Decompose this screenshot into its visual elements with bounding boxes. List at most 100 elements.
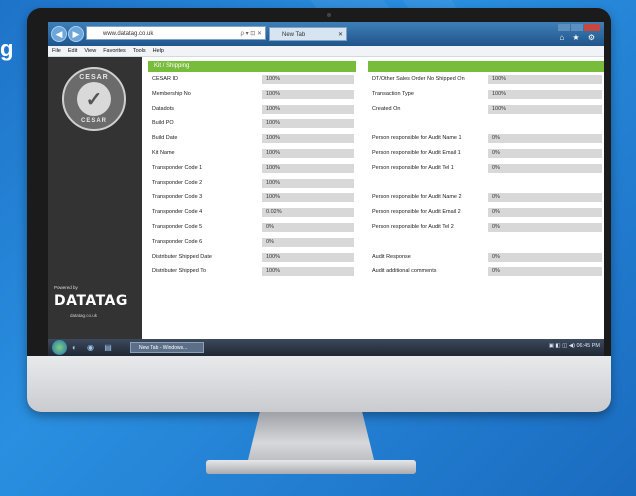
taskbar-item-browser[interactable]: New Tab - Windows... [130, 342, 204, 353]
row-label: Person responsible for Audit Tel 2 [372, 224, 454, 230]
camera [327, 13, 331, 17]
table-row: CESAR ID 100% [152, 75, 354, 84]
table-row: Transaction Type 100% [372, 89, 602, 99]
screen: ◀ ▶ www.datatag.co.uk ρ ▾ ⊡ ✕ New Tab ✕ … [48, 22, 604, 356]
menu-view[interactable]: View [84, 46, 96, 56]
row-value: 100% [262, 178, 354, 188]
row-label: Build Date [152, 135, 178, 142]
row-value: 100% [262, 89, 354, 99]
monitor-base [206, 460, 416, 474]
table-row [372, 179, 602, 188]
row-value: 100% [262, 193, 354, 203]
row-label: Distributer Shipped To [152, 268, 207, 275]
row-value: 100% [262, 149, 354, 158]
background-text: g [0, 36, 14, 61]
back-button[interactable]: ◀ [51, 26, 67, 42]
row-label: Person responsible for Audit Tel 1 [372, 164, 454, 171]
close-button[interactable] [584, 24, 600, 31]
tab-new[interactable]: New Tab ✕ [269, 27, 347, 41]
row-label: Distributer Shipped Date [152, 253, 212, 260]
row-label: Created On [372, 105, 401, 112]
row-label: Kit Name [152, 150, 175, 156]
row-value: 0% [488, 149, 602, 158]
address-icons[interactable]: ρ ▾ ⊡ ✕ [241, 27, 262, 41]
start-button[interactable] [52, 340, 67, 355]
row-value: 100% [262, 134, 354, 144]
table-row: Kit Name 100% [152, 149, 354, 158]
table-row: Person responsible for Audit Name 2 0% [372, 193, 602, 203]
row-value: 0% [488, 163, 602, 173]
seal-bottom-text: CESAR [80, 118, 107, 124]
datatag-logo: DATATAG [54, 293, 128, 309]
system-tray[interactable]: ▣ ◧ ◫ ◀) 06:45 PM [549, 343, 600, 349]
checkmark-icon: ✓ [77, 82, 111, 116]
row-value: 100% [488, 89, 602, 99]
kit-shipping-header: Kit / Shipping [148, 61, 356, 72]
row-value: 0% [488, 208, 602, 218]
row-label: Transponder Code 5 [152, 224, 203, 230]
menu-help[interactable]: Help [153, 46, 164, 56]
row-label: Audit additional comments [372, 268, 437, 275]
row-value: 0% [488, 267, 602, 277]
toolbar-icons[interactable]: ⌂ ★ ⚙ [559, 33, 598, 42]
window-controls [558, 24, 600, 31]
table-row: Distributer Shipped Date 100% [152, 252, 354, 262]
menu-file[interactable]: File [52, 46, 61, 56]
row-value: 100% [262, 252, 354, 262]
row-value: 0% [262, 237, 354, 247]
row-value: 0% [488, 223, 602, 232]
table-row: Created On 100% [372, 104, 602, 114]
row-label: Datadots [152, 105, 175, 112]
minimize-button[interactable] [558, 24, 570, 31]
row-value: 0% [488, 252, 602, 262]
table-row: Transponder Code 4 0.02% [152, 208, 354, 218]
table-row: Membership No 100% [152, 89, 354, 99]
row-label: DT/Other Sales Order No Shipped On [372, 76, 465, 82]
menu-bar: File Edit View Favorites Tools Help [48, 46, 604, 57]
cesar-seal: CESAR ✓ CESAR [62, 67, 126, 131]
monitor-chin [27, 356, 611, 412]
table-row: Person responsible for Audit Name 1 0% [372, 134, 602, 144]
table-row: Build Date 100% [152, 134, 354, 144]
address-bar[interactable]: www.datatag.co.uk ρ ▾ ⊡ ✕ [86, 26, 266, 40]
maximize-button[interactable] [571, 24, 583, 31]
row-label: Build PO [152, 120, 174, 127]
table-row: Transponder Code 1 100% [152, 163, 354, 173]
row-label: Transponder Code 1 [152, 164, 203, 171]
forward-button[interactable]: ▶ [68, 26, 84, 42]
row-value: 100% [488, 104, 602, 114]
row-value: 0% [488, 193, 602, 203]
row-label: Transponder Code 2 [152, 179, 203, 186]
row-label: Person responsible for Audit Name 2 [372, 194, 462, 201]
menu-edit[interactable]: Edit [68, 46, 77, 56]
tab-close-icon[interactable]: ✕ [338, 28, 343, 42]
row-value: 100% [262, 267, 354, 277]
monitor-stand [247, 412, 375, 464]
taskbar: ◐ ◉ ▤ New Tab - Windows... ▣ ◧ ◫ ◀) 06:4… [48, 339, 604, 356]
page: CESAR ✓ CESAR Powered by DATATAG datatag… [48, 57, 604, 339]
row-value: 100% [262, 163, 354, 173]
table-row [372, 238, 602, 247]
row-value: 100% [262, 104, 354, 114]
menu-favorites[interactable]: Favorites [103, 46, 126, 56]
table-row: Distributer Shipped To 100% [152, 267, 354, 277]
table-row: Transponder Code 2 100% [152, 178, 354, 188]
row-label: Person responsible for Audit Email 1 [372, 150, 461, 156]
row-label: Person responsible for Audit Name 1 [372, 135, 462, 142]
table-row: Person responsible for Audit Tel 1 0% [372, 163, 602, 173]
table-row: Transponder Code 3 100% [152, 193, 354, 203]
table-row: Datadots 100% [152, 104, 354, 114]
monitor: ◀ ▶ www.datatag.co.uk ρ ▾ ⊡ ✕ New Tab ✕ … [27, 8, 611, 412]
row-label: Transponder Code 3 [152, 194, 203, 201]
table-row: Person responsible for Audit Email 1 0% [372, 149, 602, 158]
table-row [372, 119, 602, 128]
logo-url: datatag.co.uk [70, 313, 98, 318]
row-label: Transaction Type [372, 90, 414, 97]
menu-tools[interactable]: Tools [133, 46, 146, 56]
table-row: Person responsible for Audit Email 2 0% [372, 208, 602, 218]
quick-launch-icons[interactable]: ◐ ◉ ▤ [72, 343, 116, 352]
row-label: Transponder Code 4 [152, 209, 203, 216]
table-row: Person responsible for Audit Tel 2 0% [372, 223, 602, 232]
address-text: www.datatag.co.uk [103, 31, 154, 37]
row-label: CESAR ID [152, 76, 178, 82]
